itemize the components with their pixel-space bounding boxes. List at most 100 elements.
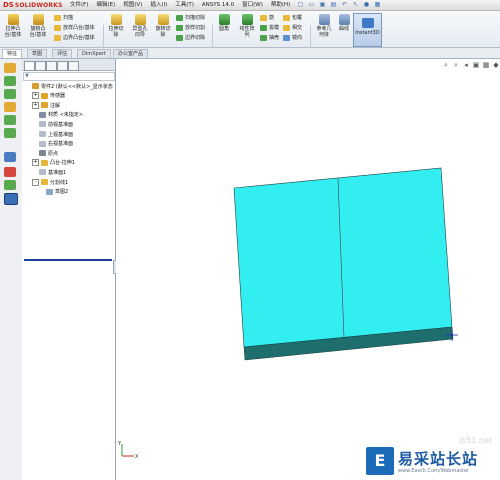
instant3d-button[interactable]: Instant3D — [353, 13, 382, 47]
appearance-icon[interactable] — [4, 167, 16, 177]
tree-expander-icon — [39, 189, 44, 194]
solidworks-logo[interactable]: DS SOLIDWORKS — [3, 1, 63, 9]
tab-sketch[interactable]: 草图 — [27, 49, 48, 58]
feature-filter-input[interactable]: ▼ — [23, 72, 115, 81]
draft-button[interactable]: 拔模 — [260, 24, 279, 31]
tree-item[interactable]: 材质 <未指定> — [32, 111, 83, 119]
tree-expander-icon[interactable]: + — [32, 92, 39, 100]
wrap-button[interactable]: 包覆 — [283, 14, 302, 21]
menu-insert[interactable]: 插入(I) — [146, 1, 171, 9]
tab-dimxpert[interactable]: DimXpert — [77, 49, 111, 58]
pattern-icon[interactable] — [4, 128, 16, 138]
tree-expander-icon[interactable]: + — [32, 159, 39, 167]
menu-tools[interactable]: 工具(T) — [171, 1, 198, 9]
curves-button[interactable]: 曲线 — [336, 14, 352, 32]
menu-ansys[interactable]: ANSYS 14.0 — [198, 1, 238, 9]
smart-dimension-icon[interactable] — [4, 89, 16, 99]
logo-text: SOLIDWORKS — [14, 1, 63, 9]
extruded-boss-button[interactable]: 拉伸凸 台/基体 — [3, 14, 23, 38]
loft-boss-button[interactable]: 放样凸台/基体 — [54, 24, 95, 31]
feature-tree-tab-icon[interactable] — [24, 61, 35, 71]
tree-item[interactable]: 草图2 — [39, 188, 68, 196]
swept-cut-button[interactable]: 扫描切除 — [176, 14, 205, 21]
tree-item-label: 原点 — [48, 150, 59, 157]
revolved-cut-button[interactable]: 旋转切 除 — [153, 14, 173, 38]
linear-pattern-button[interactable]: 线性阵 列 — [236, 14, 258, 38]
fillet-button[interactable]: 圆角 — [215, 14, 233, 32]
watermark-logo-icon: E — [366, 447, 394, 475]
tree-item[interactable]: + 注解 — [32, 101, 60, 109]
tree-expander-icon — [32, 170, 37, 175]
tab-evaluate[interactable]: 评估 — [52, 49, 73, 58]
shell-button[interactable]: 抽壳 — [260, 34, 279, 41]
rebuild-icon[interactable]: ● — [362, 1, 371, 9]
tree-item[interactable]: 基准面1 — [32, 168, 66, 176]
intersect-button[interactable]: 相交 — [283, 24, 302, 31]
shell-icon — [260, 34, 267, 41]
tab-features[interactable]: 特征 — [2, 49, 23, 58]
revolved-boss-button[interactable]: 旋转凸 台/基体 — [27, 14, 49, 38]
tab-office-products[interactable]: 办公室产品 — [113, 49, 149, 58]
lofted-cut-button[interactable]: 放样切割 — [176, 24, 205, 31]
tree-item[interactable]: + 传感器 — [32, 92, 65, 100]
new-file-icon[interactable]: ▢ — [296, 1, 305, 9]
undo-icon[interactable]: ↶ — [340, 1, 349, 9]
tree-item-icon — [39, 169, 46, 176]
reference-geometry-button[interactable]: 参考几 何体 — [313, 14, 335, 38]
linear-pattern-icon — [241, 14, 253, 25]
model-top-face[interactable] — [233, 167, 453, 348]
boundary-boss-button[interactable]: 边界凸台/基体 — [54, 34, 95, 41]
triad-y-label: Y — [118, 441, 122, 447]
menu-help[interactable]: 帮助(H) — [267, 1, 294, 9]
tree-item[interactable]: 前视基准面 — [32, 120, 73, 128]
menu-window[interactable]: 窗口(W) — [238, 1, 267, 9]
tree-expander-icon[interactable]: - — [32, 178, 39, 186]
print-icon[interactable]: ▤ — [329, 1, 338, 9]
curve-icon[interactable] — [4, 180, 16, 190]
tree-expander-icon — [32, 112, 37, 117]
tree-expander-icon — [32, 132, 37, 137]
open-file-icon[interactable]: ▭ — [307, 1, 316, 9]
property-manager-tab-icon[interactable] — [35, 61, 46, 71]
hole-wizard-button[interactable]: 异型孔 向导 — [129, 14, 151, 38]
options-icon[interactable]: ▦ — [373, 1, 382, 9]
curves-icon — [338, 14, 350, 25]
menu-view[interactable]: 视图(V) — [119, 1, 146, 9]
tree-item[interactable]: - 分割线1 — [32, 178, 68, 186]
sketch-icon[interactable] — [4, 76, 16, 86]
command-manager-ribbon: 拉伸凸 台/基体 旋转凸 台/基体 扫描 放样凸台/基体 边界凸台/基体 拉伸切… — [0, 11, 500, 55]
dimxpert-manager-tab-icon[interactable] — [57, 61, 68, 71]
tree-item-label: 零件2 (默认<<默认>_显示状态 — [41, 83, 113, 90]
tree-item[interactable]: 原点 — [32, 149, 58, 157]
save-icon[interactable]: ▣ — [318, 1, 327, 9]
tree-item[interactable]: 上视基准面 — [32, 130, 73, 138]
extrude-cut-icon — [110, 14, 122, 25]
rib-button[interactable]: 筋 — [260, 14, 274, 21]
tree-item-label: 基准面1 — [48, 169, 67, 176]
model-viewport[interactable] — [116, 59, 500, 480]
tree-item-label: 注解 — [50, 102, 61, 109]
tree-expander-icon[interactable]: + — [32, 101, 39, 109]
graphics-area[interactable]: ⌕ ⌕ ◂ ▣ ▦ ◆ — [116, 59, 500, 480]
boundary-cut-button[interactable]: 边界切除 — [176, 34, 205, 41]
selected-tool-icon[interactable] — [4, 193, 18, 205]
select-icon[interactable]: ↖ — [351, 1, 360, 9]
tree-item-icon — [39, 150, 46, 157]
features-icon[interactable] — [4, 102, 16, 112]
tree-item[interactable]: 零件2 (默认<<默认>_显示状态 — [25, 82, 113, 90]
menu-edit[interactable]: 编辑(E) — [92, 1, 119, 9]
tree-item[interactable]: 右视基准面 — [32, 140, 73, 148]
filter-icon: ▼ — [25, 73, 29, 79]
menu-file[interactable]: 文件(F) — [66, 1, 92, 9]
view-icon[interactable] — [4, 152, 16, 162]
tree-item[interactable]: + 凸台-拉伸1 — [32, 159, 75, 167]
watermark-url: www.Easck.Com/Webmaster — [398, 468, 470, 474]
configuration-manager-tab-icon[interactable] — [46, 61, 57, 71]
mirror-button[interactable]: 镜向 — [283, 34, 302, 41]
sweep-button[interactable]: 扫描 — [54, 14, 73, 21]
rollback-bar[interactable] — [24, 259, 112, 261]
extruded-cut-button[interactable]: 拉伸切 除 — [106, 14, 126, 38]
display-manager-tab-icon[interactable] — [68, 61, 79, 71]
part-icon[interactable] — [4, 63, 16, 73]
reference-icon[interactable] — [4, 115, 16, 125]
